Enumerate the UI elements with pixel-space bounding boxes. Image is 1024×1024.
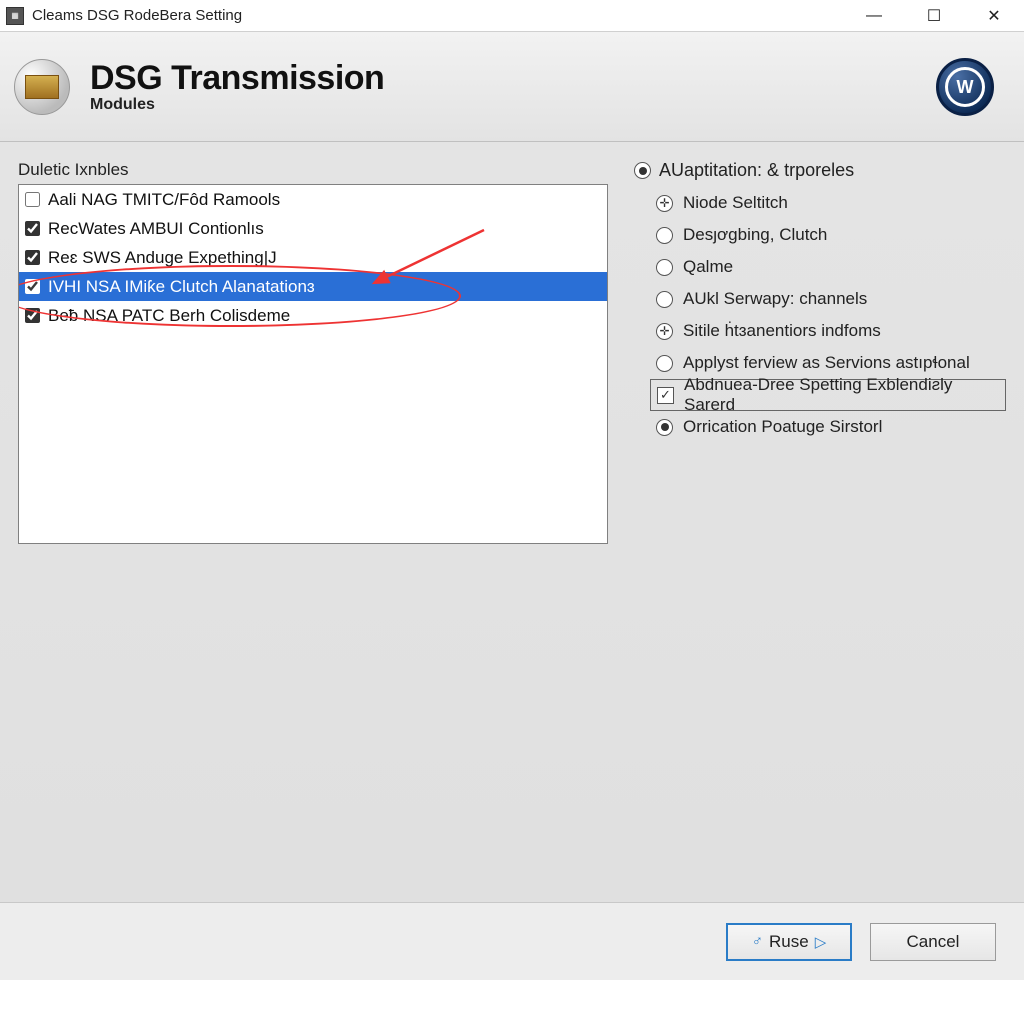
list-item-label: Reɛ SWS Anduge Expething|J bbox=[48, 248, 277, 268]
radio-button[interactable] bbox=[656, 227, 673, 244]
brand-logo: W bbox=[936, 58, 994, 116]
list-item-label: Aali NAG TMITC/Fôd Ramools bbox=[48, 190, 280, 210]
chevron-right-icon: ▷ bbox=[815, 933, 827, 951]
list-item[interactable]: RecWates AMBUI Contionlıs bbox=[19, 214, 607, 243]
app-icon: ▦ bbox=[6, 7, 24, 25]
minimize-button[interactable]: — bbox=[844, 0, 904, 32]
brand-logo-letter: W bbox=[945, 67, 985, 107]
option-label: Qalme bbox=[683, 257, 733, 277]
option-label: Abdnuea-Dree Spetting Exblendiƨly Sarerd bbox=[684, 375, 1005, 415]
list-item-checkbox[interactable] bbox=[25, 279, 40, 294]
radio-button[interactable] bbox=[656, 259, 673, 276]
option-label: Desȷơgbing, Clutch bbox=[683, 225, 827, 245]
list-item-checkbox[interactable] bbox=[25, 221, 40, 236]
ok-button[interactable]: ♂ Ruse ▷ bbox=[726, 923, 852, 961]
play-icon: ♂ bbox=[752, 933, 763, 950]
option-row[interactable]: Abdnuea-Dree Spetting Exblendiƨly Sarerd bbox=[650, 379, 1006, 411]
expand-icon[interactable] bbox=[634, 162, 651, 179]
ok-button-label: Ruse bbox=[769, 932, 809, 952]
right-heading-label: AUaptitation: & trporeles bbox=[659, 160, 854, 181]
option-row[interactable]: AUkl Serwapy: channels bbox=[634, 283, 1006, 315]
right-panel: AUaptitation: & trporeles ✛ Niode Seltitc… bbox=[608, 160, 1006, 902]
option-label: Applyst ferview as Servions astıpɬonal bbox=[683, 353, 970, 373]
option-label: Sitile ḣtɜanentiors indfoms bbox=[683, 321, 881, 341]
radio-button[interactable] bbox=[656, 355, 673, 372]
left-panel: Duletic Ixnbles Aali NAG TMITC/Fôd Ramoo… bbox=[18, 160, 608, 902]
list-item[interactable]: Reɛ SWS Anduge Expething|J bbox=[19, 243, 607, 272]
window-title: Cleams DSG RodeBera Setting bbox=[32, 7, 242, 24]
list-item[interactable]: IVHI NSA IMiƙe Clutch Alanatationɜ bbox=[19, 272, 607, 301]
plus-icon[interactable]: ✛ bbox=[656, 195, 673, 212]
option-label: Niode Seltitch bbox=[683, 193, 788, 213]
list-item-label: IVHI NSA IMiƙe Clutch Alanatationɜ bbox=[48, 277, 315, 297]
list-item-label: RecWates AMBUI Contionlıs bbox=[48, 219, 264, 239]
option-row[interactable]: Desȷơgbing, Clutch bbox=[634, 219, 1006, 251]
plus-icon[interactable]: ✛ bbox=[656, 323, 673, 340]
option-row[interactable]: ✛ Niode Seltitch bbox=[634, 187, 1006, 219]
right-section-heading: AUaptitation: & trporeles bbox=[634, 160, 1006, 181]
list-item-checkbox[interactable] bbox=[25, 192, 40, 207]
list-item-checkbox[interactable] bbox=[25, 250, 40, 265]
maximize-button[interactable]: ☐ bbox=[904, 0, 964, 32]
list-item[interactable]: Aali NAG TMITC/Fôd Ramools bbox=[19, 185, 607, 214]
module-listbox[interactable]: Aali NAG TMITC/Fôd Ramools RecWates AMBUI… bbox=[18, 184, 608, 544]
window-controls: — ☐ ✕ bbox=[844, 0, 1024, 32]
close-button[interactable]: ✕ bbox=[964, 0, 1024, 32]
content-area: Duletic Ixnbles Aali NAG TMITC/Fôd Ramoo… bbox=[0, 142, 1024, 902]
radio-button[interactable] bbox=[656, 419, 673, 436]
list-item-label: Beƀ NSA PATC Berh Colisdeme bbox=[48, 306, 290, 326]
option-row[interactable]: Orrication Poatuge Sirstorl bbox=[634, 411, 1006, 443]
option-label: Orrication Poatuge Sirstorl bbox=[683, 417, 882, 437]
list-item[interactable]: Beƀ NSA PATC Berh Colisdeme bbox=[19, 301, 607, 330]
option-label: AUkl Serwapy: channels bbox=[683, 289, 867, 309]
checkbox[interactable] bbox=[657, 387, 674, 404]
option-row[interactable]: Qalme bbox=[634, 251, 1006, 283]
list-item-checkbox[interactable] bbox=[25, 308, 40, 323]
left-group-label: Duletic Ixnbles bbox=[18, 160, 608, 180]
option-row[interactable]: ✛ Sitile ḣtɜanentiors indfoms bbox=[634, 315, 1006, 347]
cancel-button-label: Cancel bbox=[907, 932, 960, 952]
page-subtitle: Modules bbox=[90, 96, 384, 114]
page-header: DSG Transmission Modules W bbox=[0, 32, 1024, 142]
cancel-button[interactable]: Cancel bbox=[870, 923, 996, 961]
header-text: DSG Transmission Modules bbox=[90, 59, 384, 114]
page-title: DSG Transmission bbox=[90, 59, 384, 98]
dialog-footer: ♂ Ruse ▷ Cancel bbox=[0, 902, 1024, 980]
titlebar: ▦ Cleams DSG RodeBera Setting — ☐ ✕ bbox=[0, 0, 1024, 32]
module-icon bbox=[14, 59, 70, 115]
radio-button[interactable] bbox=[656, 291, 673, 308]
